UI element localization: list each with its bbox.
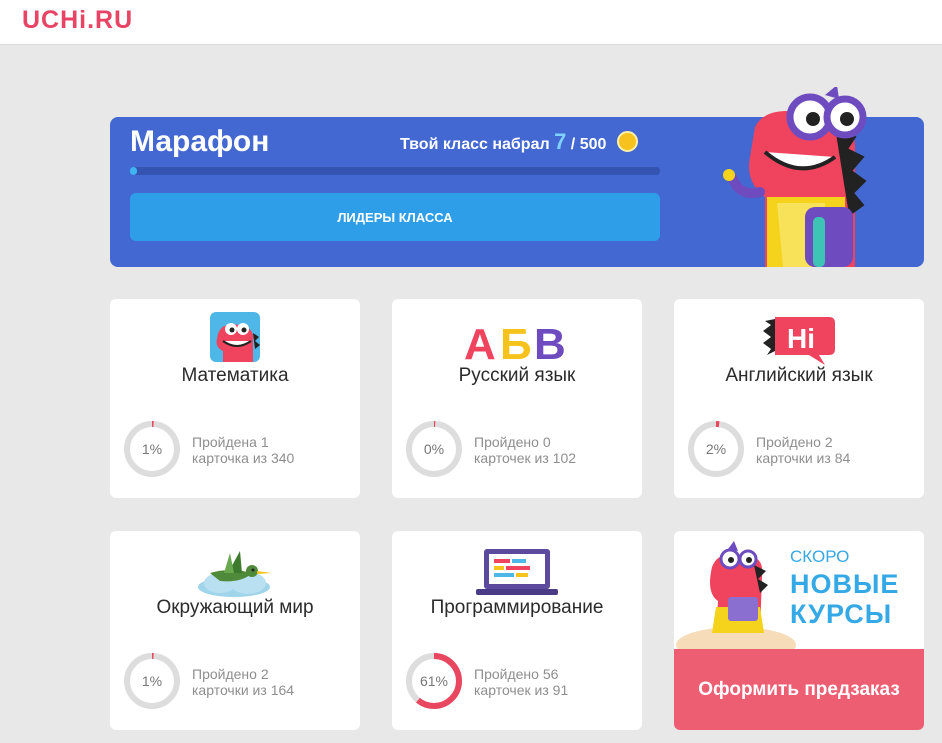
score-prefix: Твой класс набрал bbox=[400, 136, 550, 153]
score-total: 500 bbox=[579, 136, 607, 153]
marathon-banner: Марафон Твой класс набрал 7 / 500 ЛИДЕРЫ… bbox=[110, 87, 924, 267]
promo-soon-label: СКОРО bbox=[790, 547, 850, 566]
course-title: Окружающий мир bbox=[156, 597, 314, 618]
marathon-title: Марафон bbox=[130, 125, 270, 158]
svg-text:В: В bbox=[534, 320, 566, 367]
class-leaders-button[interactable]: ЛИДЕРЫ КЛАССА bbox=[130, 193, 660, 241]
course-card-english[interactable]: Hi Английский язык 2% Пройдено 2 карточк… bbox=[674, 299, 924, 498]
course-title: Программирование bbox=[430, 597, 604, 618]
preorder-button[interactable]: Оформить предзаказ bbox=[674, 649, 924, 730]
course-card-math[interactable]: Математика 1% Пройдена 1 карточка из 340 bbox=[110, 299, 360, 498]
course-title: Математика bbox=[181, 365, 289, 386]
course-card-world[interactable]: Окружающий мир 1% Пройдено 2 карточки из… bbox=[110, 531, 360, 730]
course-title: Английский язык bbox=[725, 365, 873, 386]
logo[interactable]: UCHi.RU bbox=[22, 6, 133, 35]
progress-text: Пройдено 0 карточек из 102 bbox=[474, 434, 577, 466]
new-courses-promo: СКОРО НОВЫЕ КУРСЫ Оформить предзаказ bbox=[674, 531, 924, 730]
progress-percent: 1% bbox=[141, 441, 163, 457]
progress-percent: 1% bbox=[141, 673, 163, 689]
svg-text:Hi: Hi bbox=[787, 323, 815, 354]
dinosaur-mascot-icon bbox=[723, 87, 867, 267]
score-separator: / bbox=[566, 136, 580, 153]
hi-speech-bubble-icon: Hi bbox=[763, 317, 835, 365]
math-dino-icon bbox=[210, 312, 260, 362]
progress-text: Пройдено 56 карточек из 91 bbox=[474, 666, 569, 698]
progress-text: Пройдено 2 карточки из 84 bbox=[756, 434, 851, 466]
abv-letters-icon: А Б В bbox=[464, 320, 566, 367]
score-current: 7 bbox=[554, 129, 567, 154]
promo-new-courses-label: НОВЫЕ КУРСЫ bbox=[790, 569, 900, 629]
svg-text:Б: Б bbox=[500, 320, 532, 367]
coin-icon bbox=[616, 131, 638, 152]
course-card-russian[interactable]: А Б В Русский язык 0% Пройдено 0 карточе… bbox=[392, 299, 642, 498]
progress-percent: 2% bbox=[705, 441, 727, 457]
svg-text:А: А bbox=[464, 320, 496, 367]
progress-text: Пройдена 1 карточка из 340 bbox=[192, 434, 295, 466]
progress-percent: 61% bbox=[419, 673, 449, 689]
marathon-progress-fill bbox=[130, 167, 138, 175]
dinosaur-reading-icon bbox=[676, 541, 796, 649]
course-card-programming[interactable]: Программирование 61% Пройдено 56 карточе… bbox=[392, 531, 642, 730]
marathon-progress-bar bbox=[130, 167, 660, 175]
progress-percent: 0% bbox=[423, 441, 445, 457]
bird-cloud-icon bbox=[198, 551, 272, 597]
class-score: Твой класс набрал 7 / 500 bbox=[400, 129, 638, 155]
progress-text: Пройдено 2 карточки из 164 bbox=[192, 666, 295, 698]
laptop-icon bbox=[476, 549, 558, 595]
course-title: Русский язык bbox=[458, 365, 576, 386]
top-bar: UCHi.RU bbox=[0, 0, 942, 45]
